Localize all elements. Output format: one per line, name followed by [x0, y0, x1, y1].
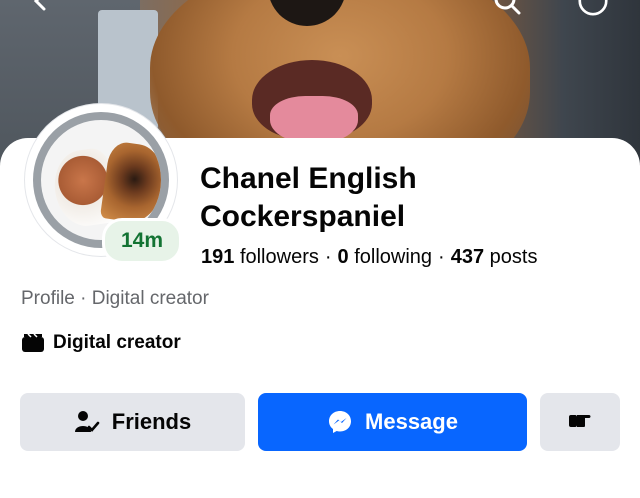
- profile-name: Chanel English Cockerspaniel: [200, 162, 417, 233]
- creator-label: Digital creator: [53, 332, 181, 353]
- back-arrow-icon[interactable]: [26, 0, 56, 16]
- posts-count: 437: [450, 246, 485, 268]
- friends-button[interactable]: Friends: [20, 393, 245, 451]
- more-icon[interactable]: [578, 0, 608, 16]
- avatar-heart-right: [99, 140, 161, 226]
- posts-label: posts: [489, 246, 538, 268]
- followers-label: followers: [239, 246, 319, 268]
- profile-category: Profile · Digital creator: [21, 288, 209, 309]
- creator-row: Digital creator: [21, 332, 181, 354]
- friend-check-icon: [74, 410, 100, 434]
- friends-label: Friends: [111, 409, 192, 434]
- more-actions-button[interactable]: [540, 393, 620, 451]
- message-button[interactable]: Message: [258, 393, 527, 451]
- posts-link[interactable]: 437 posts: [451, 246, 538, 268]
- clapperboard-icon: [21, 333, 45, 353]
- message-label: Message: [365, 409, 458, 434]
- following-label: following: [354, 246, 433, 268]
- story-time-badge[interactable]: 14m: [102, 218, 182, 264]
- stats-separator: ·: [438, 246, 445, 268]
- stats-separator: ·: [324, 246, 332, 268]
- search-icon[interactable]: [492, 0, 522, 16]
- followers-link[interactable]: 191 followers: [201, 246, 319, 268]
- followers-count: 191: [201, 246, 235, 268]
- following-link[interactable]: 0 following: [338, 246, 433, 268]
- cover-dog-tongue: [270, 96, 358, 144]
- messenger-icon: [327, 409, 353, 435]
- profile-stats: 191 followers · 0 following · 437 posts: [201, 246, 537, 269]
- pointing-hand-icon: [567, 409, 593, 435]
- following-count: 0: [337, 246, 349, 268]
